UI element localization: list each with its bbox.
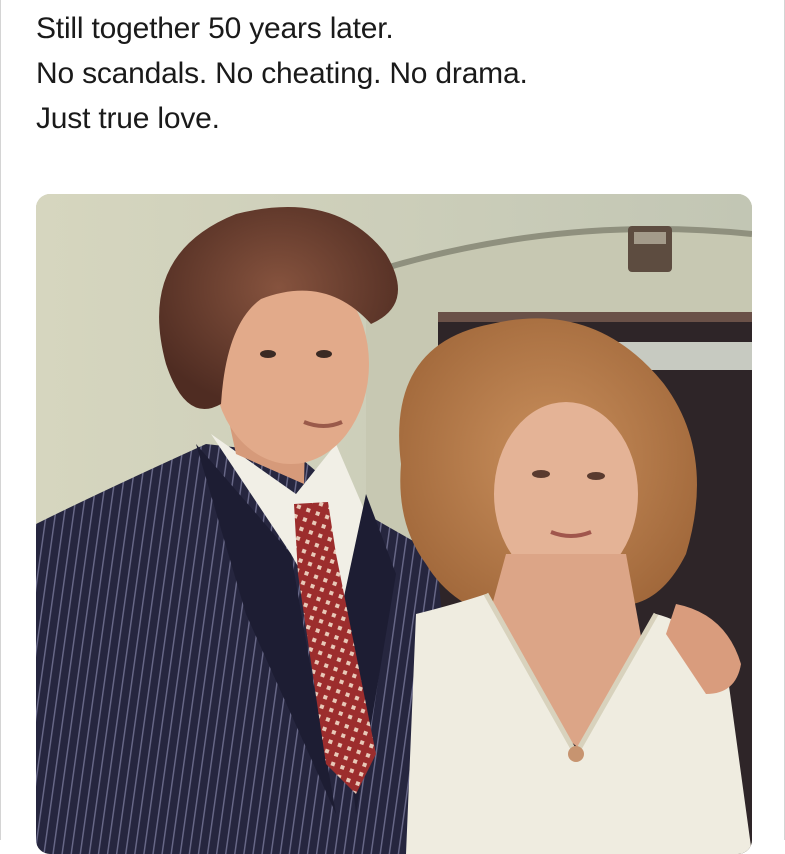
post-photo[interactable] bbox=[36, 194, 752, 854]
post-card: Still together 50 years later. No scanda… bbox=[0, 0, 785, 854]
couple-photo-illustration bbox=[36, 194, 752, 854]
post-caption: Still together 50 years later. No scanda… bbox=[36, 6, 756, 141]
dress-brooch bbox=[568, 746, 584, 762]
caption-line: Still together 50 years later. bbox=[36, 12, 394, 45]
caption-line: No scandals. No cheating. No drama. bbox=[36, 57, 528, 90]
caption-line: Just true love. bbox=[36, 102, 220, 135]
